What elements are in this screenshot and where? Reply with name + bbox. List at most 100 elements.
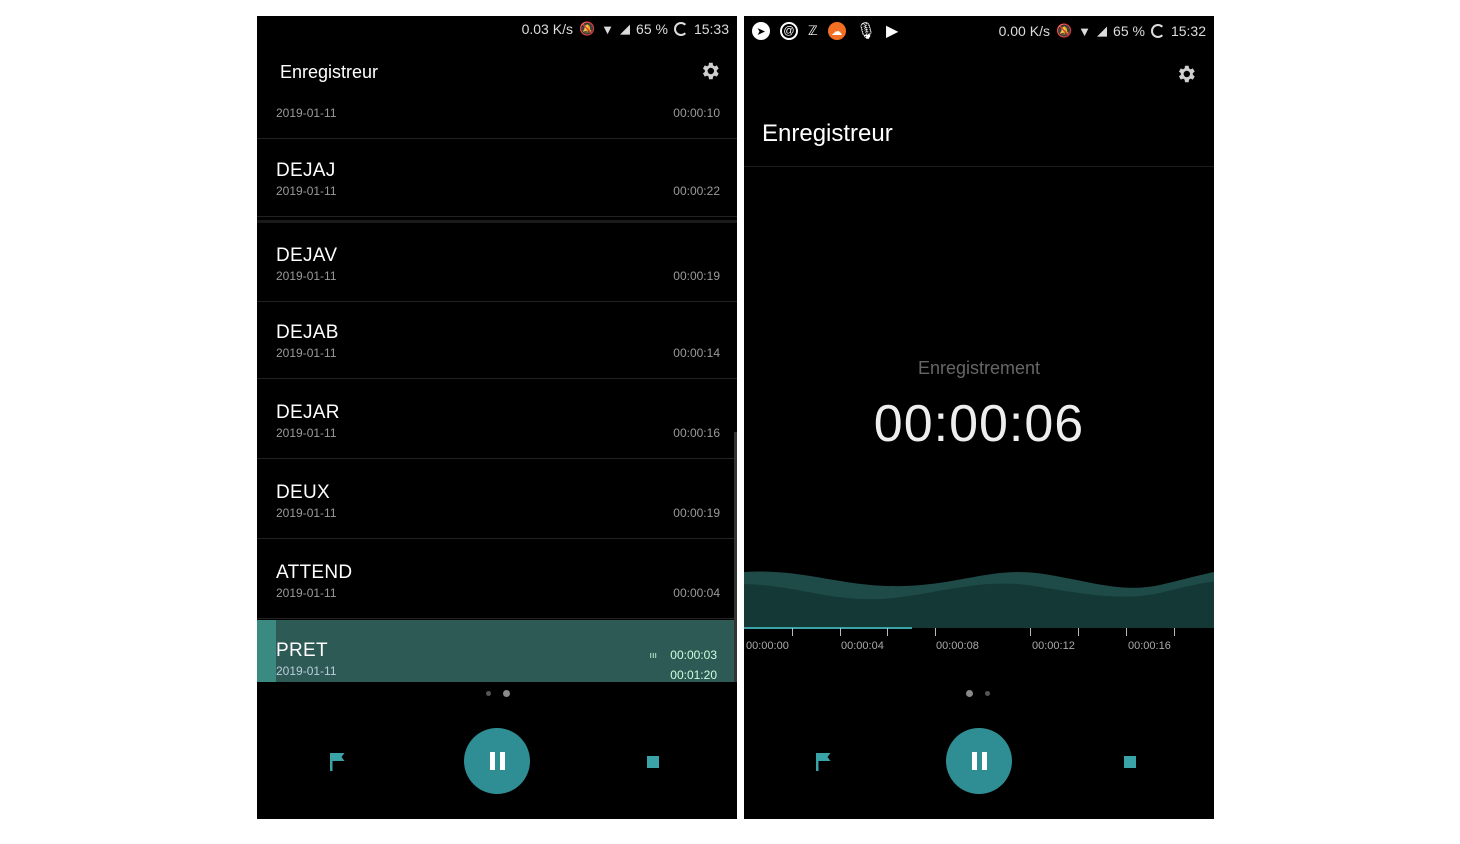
recording-duration: 00:00:16 bbox=[673, 426, 720, 440]
app-title: Enregistreur bbox=[280, 62, 379, 82]
tick bbox=[1030, 628, 1031, 636]
gear-icon[interactable] bbox=[699, 60, 721, 82]
stop-button[interactable] bbox=[1124, 756, 1136, 768]
recording-name: DEJAV bbox=[276, 245, 338, 266]
page-dot bbox=[486, 691, 491, 696]
wifi-icon: ▼ bbox=[1078, 23, 1092, 39]
app-title: Enregistreur bbox=[762, 120, 893, 147]
status-bar: 0.00 K/s 🔕 ▼ ◢ 65 % 15:32 bbox=[999, 18, 1214, 44]
tick bbox=[792, 628, 793, 636]
pause-icon bbox=[489, 752, 495, 770]
recordings-list[interactable]: 2019-01-11 00:00:10 DEJAJ 2019-01-11 00:… bbox=[257, 102, 737, 682]
recording-duration: 00:00:10 bbox=[673, 106, 720, 120]
page-dot bbox=[985, 691, 990, 696]
scrollbar[interactable] bbox=[734, 432, 737, 682]
recording-name: PRET bbox=[276, 640, 328, 661]
recording-name: ATTEND bbox=[276, 562, 353, 583]
notification-icons: ➤ @ ℤ ☁ 🎙 ▶ bbox=[752, 16, 898, 46]
timeline-label: 00:00:04 bbox=[841, 640, 884, 652]
network-speed: 0.00 K/s bbox=[998, 23, 1050, 39]
playback-progress bbox=[257, 620, 276, 682]
battery-level: 65 % bbox=[636, 21, 668, 37]
status-bar: 0.03 K/s 🔕 ▼ ◢ 65 % 15:33 bbox=[522, 16, 737, 42]
timeline-label: 00:00:00 bbox=[746, 640, 789, 652]
play-store-icon: ▶ bbox=[886, 23, 899, 40]
tick bbox=[840, 628, 841, 636]
recording-duration: 00:00:04 bbox=[673, 586, 720, 600]
tick bbox=[1078, 628, 1079, 636]
flag-icon[interactable] bbox=[815, 752, 833, 772]
list-item[interactable]: 2019-01-11 00:00:10 bbox=[257, 102, 737, 139]
bell-off-icon: 🔕 bbox=[578, 21, 596, 36]
battery-level: 65 % bbox=[1113, 23, 1145, 39]
timeline: 00:00:00 00:00:04 00:00:08 00:00:12 00:0… bbox=[744, 626, 1214, 656]
recording-duration: 00:00:19 bbox=[673, 269, 720, 283]
page-indicator bbox=[486, 690, 510, 697]
soundcloud-icon: ☁ bbox=[827, 22, 846, 40]
list-item[interactable]: DEJAV 2019-01-11 00:00:19 bbox=[257, 220, 737, 302]
bell-off-icon: 🔕 bbox=[1055, 23, 1073, 38]
timeline-label: 00:00:08 bbox=[936, 640, 979, 652]
pause-icon bbox=[971, 752, 977, 770]
page-dot-active bbox=[966, 690, 973, 697]
wifi-icon: ▼ bbox=[601, 21, 615, 37]
tick bbox=[887, 628, 888, 636]
recording-name: DEJAR bbox=[276, 402, 340, 423]
playing-bars-icon: ııı bbox=[649, 650, 657, 660]
recording-date: 2019-01-11 bbox=[276, 664, 337, 678]
mic-icon: 🎙 bbox=[855, 23, 876, 40]
list-item[interactable]: DEJAB 2019-01-11 00:00:14 bbox=[257, 300, 737, 379]
stop-button[interactable] bbox=[647, 756, 659, 768]
recording-date: 2019-01-11 bbox=[276, 426, 337, 440]
tick bbox=[1126, 628, 1127, 636]
pause-icon-bar bbox=[981, 752, 987, 770]
translate-icon: ℤ bbox=[808, 23, 818, 38]
network-speed: 0.03 K/s bbox=[521, 21, 573, 37]
list-item[interactable]: DEUX 2019-01-11 00:00:19 bbox=[257, 460, 737, 539]
recording-timer: 00:00:06 bbox=[873, 395, 1085, 453]
recording-status: Enregistrement bbox=[917, 358, 1041, 378]
tick bbox=[1174, 628, 1175, 636]
recording-date: 2019-01-11 bbox=[276, 586, 337, 600]
recording-duration: 00:00:19 bbox=[673, 506, 720, 520]
recording-name: DEUX bbox=[276, 482, 330, 503]
page-dot-active bbox=[503, 690, 510, 697]
at-icon: @ bbox=[780, 22, 798, 40]
recordings-list-screen: 0.03 K/s 🔕 ▼ ◢ 65 % 15:33 Enregistreur 2… bbox=[257, 16, 737, 819]
current-time: 00:00:03 bbox=[670, 648, 717, 662]
recording-name: DEJAJ bbox=[276, 160, 336, 181]
flag-icon[interactable] bbox=[329, 752, 347, 772]
timeline-label: 00:00:16 bbox=[1128, 640, 1171, 652]
recording-controls bbox=[744, 728, 1214, 798]
pause-button[interactable] bbox=[946, 728, 1012, 794]
recording-screen: ➤ @ ℤ ☁ 🎙 ▶ 0.00 K/s 🔕 ▼ ◢ 65 % 15:32 En… bbox=[744, 16, 1214, 819]
compass-icon: ➤ bbox=[752, 22, 770, 40]
recording-date: 2019-01-11 bbox=[276, 184, 337, 198]
recording-controls bbox=[257, 728, 737, 798]
signal-icon: ◢ bbox=[620, 21, 631, 36]
battery-icon bbox=[673, 22, 688, 36]
page-indicator bbox=[966, 690, 990, 697]
pause-icon-bar bbox=[499, 752, 505, 770]
recording-date: 2019-01-11 bbox=[276, 269, 337, 283]
tick bbox=[935, 628, 936, 636]
clock: 15:33 bbox=[693, 21, 729, 37]
gear-icon[interactable] bbox=[1175, 63, 1197, 85]
signal-icon: ◢ bbox=[1097, 23, 1108, 38]
recording-name: DEJAB bbox=[276, 322, 339, 343]
list-item[interactable]: DEJAJ 2019-01-11 00:00:22 bbox=[257, 138, 737, 217]
now-playing-row[interactable]: PRET 2019-01-11 ııı 00:00:03 00:01:20 bbox=[257, 620, 737, 682]
clock: 15:32 bbox=[1170, 23, 1206, 39]
recording-duration: 00:00:22 bbox=[673, 184, 720, 198]
waveform bbox=[744, 571, 1214, 629]
battery-icon bbox=[1150, 24, 1165, 38]
recording-date: 2019-01-11 bbox=[276, 106, 337, 120]
pause-button[interactable] bbox=[464, 728, 530, 794]
timeline-label: 00:00:12 bbox=[1032, 640, 1075, 652]
recording-date: 2019-01-11 bbox=[276, 346, 337, 360]
recording-duration: 00:00:14 bbox=[673, 346, 720, 360]
total-time: 00:01:20 bbox=[670, 668, 717, 682]
list-item[interactable]: DEJAR 2019-01-11 00:00:16 bbox=[257, 380, 737, 459]
recording-date: 2019-01-11 bbox=[276, 506, 337, 520]
list-item[interactable]: ATTEND 2019-01-11 00:00:04 bbox=[257, 540, 737, 619]
